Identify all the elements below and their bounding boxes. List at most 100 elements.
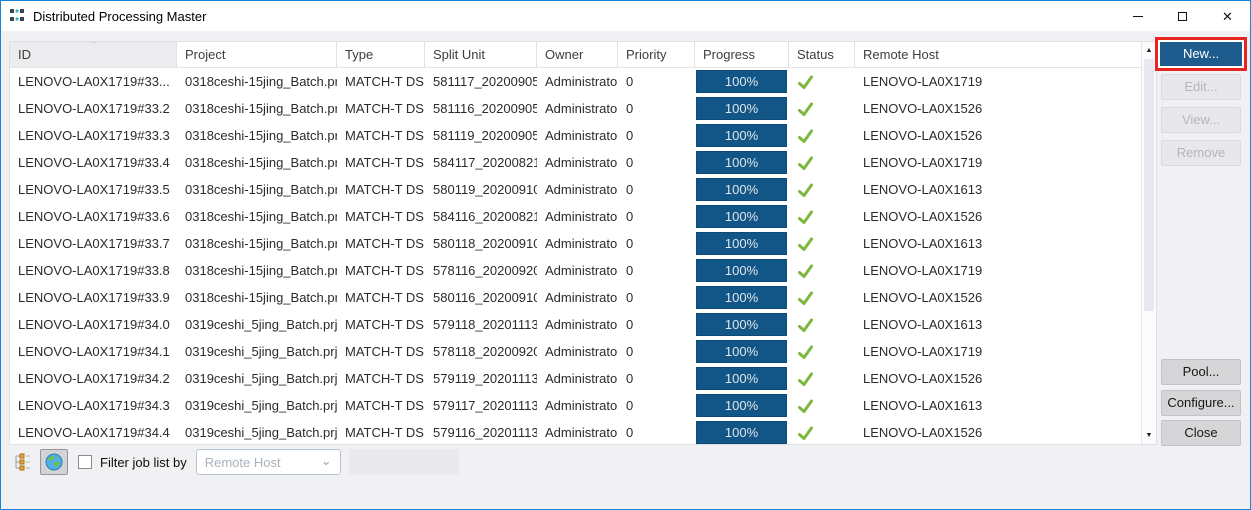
- cell-id: LENOVO-LA0X1719#33.6: [10, 203, 177, 230]
- cell-owner: Administrator: [537, 68, 618, 95]
- column-header-progress[interactable]: Progress: [695, 42, 789, 67]
- cell-remote_host: LENOVO-LA0X1719: [855, 68, 1141, 95]
- table-row[interactable]: LENOVO-LA0X1719#34.10319ceshi_5jing_Batc…: [10, 338, 1141, 365]
- dialog-body: ID^ Project TypeSplit UnitOwnerPriorityPro…: [1, 31, 1250, 509]
- check-icon: [797, 102, 814, 117]
- table-row[interactable]: LENOVO-LA0X1719#34.40319ceshi_5jing_Batc…: [10, 419, 1141, 444]
- cell-project: 0318ceshi-15jing_Batch.prj: [177, 176, 337, 203]
- column-header-priority[interactable]: Priority: [618, 42, 695, 67]
- filter-bar: Filter job list by Remote Host ⌄: [1, 447, 1250, 477]
- table-row[interactable]: LENOVO-LA0X1719#34.20319ceshi_5jing_Batc…: [10, 365, 1141, 392]
- cell-priority: 0: [618, 392, 695, 419]
- cell-progress: 100%: [695, 311, 789, 338]
- cell-type: MATCH-T DSM: [337, 284, 425, 311]
- table-row[interactable]: LENOVO-LA0X1719#33.40318ceshi-15jing_Bat…: [10, 149, 1141, 176]
- cell-owner: Administrator: [537, 203, 618, 230]
- cell-owner: Administrator: [537, 257, 618, 284]
- table-row[interactable]: LENOVO-LA0X1719#34.30319ceshi_5jing_Batc…: [10, 392, 1141, 419]
- column-label: Project: [185, 47, 225, 62]
- table-row[interactable]: LENOVO-LA0X1719#33.20318ceshi-15jing_Bat…: [10, 95, 1141, 122]
- cell-priority: 0: [618, 230, 695, 257]
- cell-id: LENOVO-LA0X1719#33.5: [10, 176, 177, 203]
- cell-status: [789, 149, 855, 176]
- cell-project: 0319ceshi_5jing_Batch.prj: [177, 311, 337, 338]
- cell-remote_host: LENOVO-LA0X1526: [855, 365, 1141, 392]
- cell-owner: Administrator: [537, 122, 618, 149]
- column-header-status[interactable]: Status: [789, 42, 855, 67]
- table-row[interactable]: LENOVO-LA0X1719#34.00319ceshi_5jing_Batc…: [10, 311, 1141, 338]
- scroll-down-arrow[interactable]: ▼: [1142, 428, 1156, 443]
- check-icon: [797, 372, 814, 387]
- cell-type: MATCH-T DSM: [337, 365, 425, 392]
- column-header-project[interactable]: Project: [177, 42, 337, 67]
- table-row[interactable]: LENOVO-LA0X1719#33.30318ceshi-15jing_Bat…: [10, 122, 1141, 149]
- progress-bar: 100%: [696, 178, 787, 201]
- cell-remote_host: LENOVO-LA0X1526: [855, 95, 1141, 122]
- cell-split_unit: 584116_20200821: [425, 203, 537, 230]
- cell-priority: 0: [618, 149, 695, 176]
- filter-checkbox[interactable]: [78, 455, 92, 469]
- cell-priority: 0: [618, 68, 695, 95]
- cell-status: [789, 365, 855, 392]
- cell-status: [789, 338, 855, 365]
- progress-bar: 100%: [696, 232, 787, 255]
- minimize-button[interactable]: [1115, 1, 1160, 31]
- cell-split_unit: 580119_20200910: [425, 176, 537, 203]
- cell-id: LENOVO-LA0X1719#34.4: [10, 419, 177, 444]
- cell-project: 0319ceshi_5jing_Batch.prj: [177, 365, 337, 392]
- table-row[interactable]: LENOVO-LA0X1719#33...0318ceshi-15jing_Ba…: [10, 68, 1141, 95]
- cell-remote_host: LENOVO-LA0X1613: [855, 230, 1141, 257]
- close-button[interactable]: ✕: [1205, 1, 1250, 31]
- check-icon: [797, 237, 814, 252]
- cell-split_unit: 579119_20201113: [425, 365, 537, 392]
- table-row[interactable]: LENOVO-LA0X1719#33.50318ceshi-15jing_Bat…: [10, 176, 1141, 203]
- cell-id: LENOVO-LA0X1719#33.3: [10, 122, 177, 149]
- column-header-type[interactable]: Type: [337, 42, 425, 67]
- table-row[interactable]: LENOVO-LA0X1719#33.70318ceshi-15jing_Bat…: [10, 230, 1141, 257]
- new-button[interactable]: New...: [1160, 42, 1242, 66]
- check-icon: [797, 75, 814, 90]
- cell-id: LENOVO-LA0X1719#33.7: [10, 230, 177, 257]
- sort-ascending-icon: ^: [91, 42, 96, 49]
- cell-split_unit: 578118_20200920: [425, 338, 537, 365]
- filter-field-dropdown[interactable]: Remote Host ⌄: [196, 449, 341, 475]
- pool-button[interactable]: Pool...: [1161, 359, 1241, 385]
- cell-progress: 100%: [695, 419, 789, 444]
- network-globe-button[interactable]: [40, 449, 68, 475]
- check-icon: [797, 399, 814, 414]
- maximize-button[interactable]: [1160, 1, 1205, 31]
- cell-split_unit: 581117_20200905: [425, 68, 537, 95]
- table-row[interactable]: LENOVO-LA0X1719#33.80318ceshi-15jing_Bat…: [10, 257, 1141, 284]
- table-row[interactable]: LENOVO-LA0X1719#33.90318ceshi-15jing_Bat…: [10, 284, 1141, 311]
- progress-bar: 100%: [696, 259, 787, 282]
- close-dialog-button[interactable]: Close: [1161, 420, 1241, 446]
- column-header-id[interactable]: ID^: [10, 42, 177, 67]
- table-row[interactable]: LENOVO-LA0X1719#33.60318ceshi-15jing_Bat…: [10, 203, 1141, 230]
- progress-bar: 100%: [696, 151, 787, 174]
- maximize-icon: [1178, 12, 1187, 21]
- table-header: ID^ Project TypeSplit UnitOwnerPriorityPro…: [10, 42, 1141, 68]
- cell-progress: 100%: [695, 338, 789, 365]
- cell-progress: 100%: [695, 257, 789, 284]
- progress-bar: 100%: [696, 394, 787, 417]
- cell-remote_host: LENOVO-LA0X1526: [855, 203, 1141, 230]
- cell-progress: 100%: [695, 392, 789, 419]
- cell-project: 0318ceshi-15jing_Batch.prj: [177, 68, 337, 95]
- column-header-owner[interactable]: Owner: [537, 42, 618, 67]
- column-header-split_unit[interactable]: Split Unit: [425, 42, 537, 67]
- job-tree-icon[interactable]: [13, 453, 31, 471]
- configure-button[interactable]: Configure...: [1161, 390, 1241, 416]
- cell-split_unit: 578116_20200920: [425, 257, 537, 284]
- chevron-down-icon: ⌄: [321, 454, 332, 467]
- cell-split_unit: 579116_20201113: [425, 419, 537, 444]
- check-icon: [797, 291, 814, 306]
- cell-progress: 100%: [695, 68, 789, 95]
- cell-project: 0318ceshi-15jing_Batch.prj: [177, 95, 337, 122]
- table-vertical-scrollbar[interactable]: ▲ ▼: [1141, 42, 1156, 444]
- cell-priority: 0: [618, 257, 695, 284]
- cell-split_unit: 580116_20200910: [425, 284, 537, 311]
- scroll-up-arrow[interactable]: ▲: [1142, 43, 1156, 58]
- cell-remote_host: LENOVO-LA0X1613: [855, 392, 1141, 419]
- scrollbar-thumb[interactable]: [1144, 59, 1154, 311]
- column-header-remote_host[interactable]: Remote Host: [855, 42, 1141, 67]
